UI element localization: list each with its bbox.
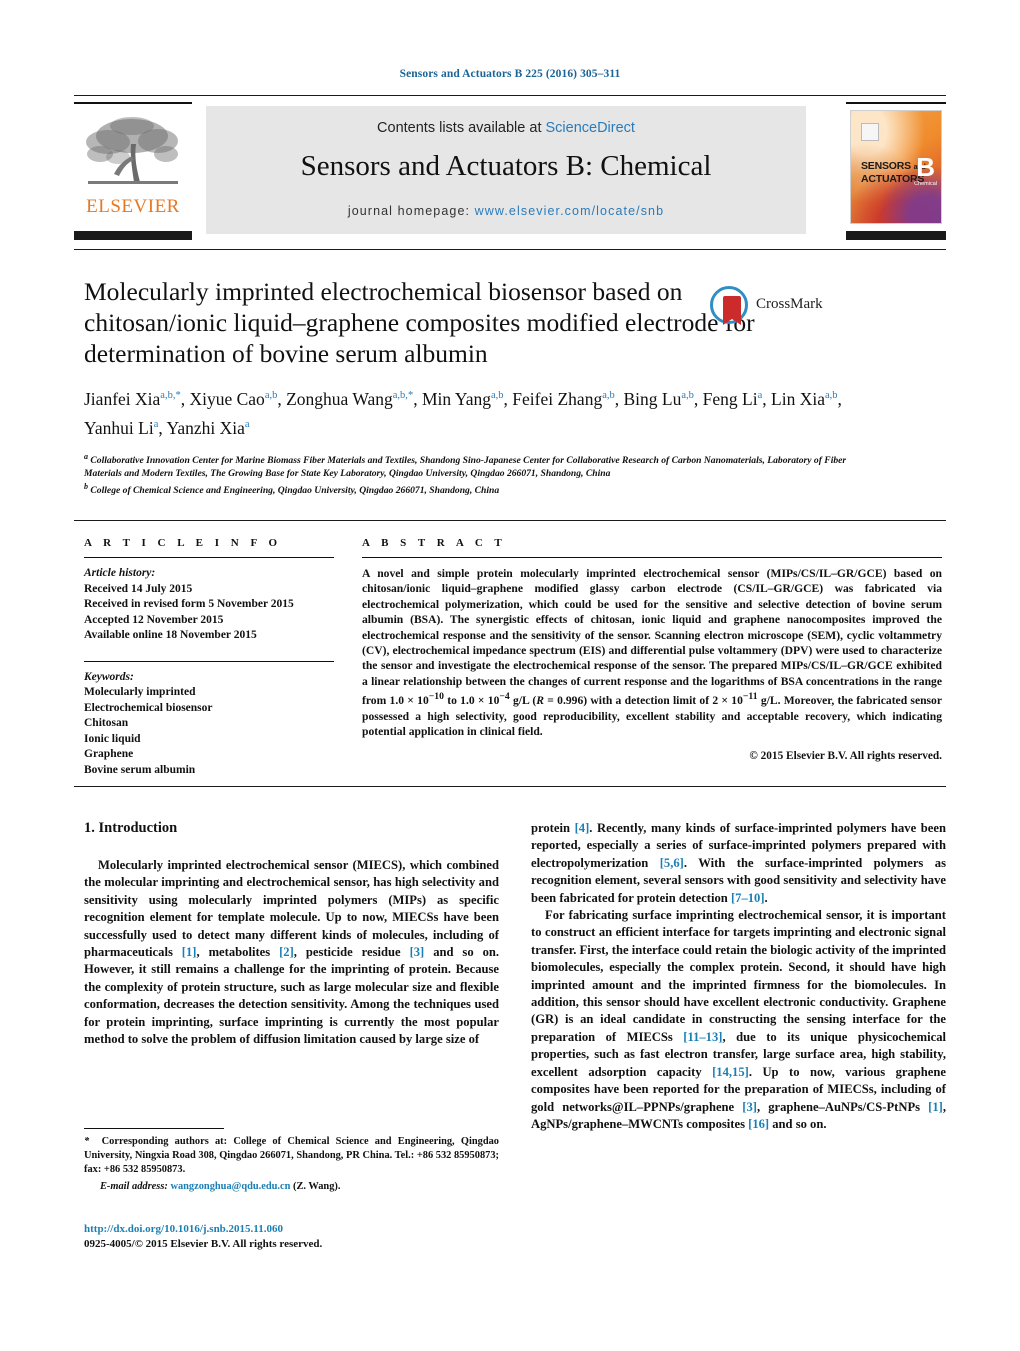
footnote-block: * Corresponding authors at: College of C…: [84, 1128, 499, 1194]
journal-masthead: ELSEVIER Contents lists available at Sci…: [74, 100, 946, 240]
running-head: Sensors and Actuators B 225 (2016) 305–3…: [399, 68, 621, 80]
issn-copyright-line: 0925-4005/© 2015 Elsevier B.V. All right…: [84, 1238, 323, 1250]
history-item: Received in revised form 5 November 2015: [84, 598, 294, 610]
homepage-url-link[interactable]: www.elsevier.com/locate/snb: [475, 204, 665, 218]
doi-block: http://dx.doi.org/10.1016/j.snb.2015.11.…: [84, 1222, 514, 1252]
abstract-rule: [362, 557, 942, 558]
author-list: Jianfei Xiaa,b,*, Xiyue Caoa,b, Zonghua …: [84, 388, 842, 438]
keyword-item: Molecularly imprinted: [84, 686, 196, 698]
article-history-label: Article history:: [84, 567, 156, 579]
section-heading-introduction: 1. Introduction: [84, 820, 178, 836]
article-title: Molecularly imprinted electrochemical bi…: [84, 277, 755, 368]
cover-subtitle: Chemical: [914, 181, 937, 187]
abstract-column: A B S T R A C T A novel and simple prote…: [362, 537, 942, 762]
contents-line: Contents lists available at ScienceDirec…: [206, 120, 806, 136]
homepage-label: journal homepage:: [347, 204, 475, 218]
journal-title: Sensors and Actuators B: Chemical: [300, 150, 712, 182]
abstract-heading: A B S T R A C T: [362, 537, 507, 549]
abstract-text: A novel and simple protein molecularly i…: [362, 567, 942, 738]
paragraph: protein [4]. Recently, many kinds of sur…: [531, 821, 946, 905]
keywords-rule: [84, 660, 334, 662]
history-item: Accepted 12 November 2015: [84, 613, 224, 626]
crossmark-book-shape: [723, 296, 741, 325]
elsevier-tree-icon: [74, 110, 192, 196]
contents-prefix: Contents lists available at: [377, 120, 546, 136]
article-info-column: A R T I C L E I N F O Article history: R…: [84, 537, 334, 778]
elsevier-logo-bar: [74, 231, 192, 240]
cover-series-letter: B: [916, 152, 935, 182]
article-page: Sensors and Actuators B 225 (2016) 305–3…: [0, 0, 1020, 1351]
affiliation-marker-a: a: [84, 451, 88, 461]
doi-link[interactable]: http://dx.doi.org/10.1016/j.snb.2015.11.…: [84, 1222, 514, 1237]
article-info-heading: A R T I C L E I N F O: [84, 537, 282, 549]
body-left-column: 1. Introduction Molecularly imprinted el…: [84, 820, 499, 1048]
paragraph: Molecularly imprinted electrochemical se…: [84, 858, 500, 1047]
cover-bar: [846, 231, 946, 240]
article-info-rule: [84, 557, 334, 558]
cover-artwork: SENSORS and ACTUATORS B Chemical: [850, 110, 942, 224]
keyword-item: Graphene: [84, 748, 134, 760]
masthead-divider: [74, 249, 946, 250]
keywords-label: Keywords:: [84, 670, 134, 683]
crossmark-badge[interactable]: CrossMark: [710, 286, 823, 326]
email-note: E-mail address: wangzonghua@qdu.edu.cn (…: [100, 1180, 341, 1192]
cover-elsevier-icon: [861, 123, 879, 141]
keywords-block: Keywords: Molecularly imprinted Electroc…: [84, 660, 334, 779]
keyword-item: Chitosan: [84, 717, 129, 729]
title-block: Molecularly imprinted electrochemical bi…: [84, 276, 864, 497]
affiliation-b-text: College of Chemical Science and Engineer…: [90, 485, 500, 497]
article-history: Article history: Received 14 July 2015 R…: [84, 566, 334, 644]
history-item: Available online 18 November 2015: [84, 629, 257, 641]
crossmark-icon: [710, 286, 748, 325]
paragraph: For fabricating surface imprinting elect…: [531, 908, 946, 1131]
affiliation-a-text: Collaborative Innovation Center for Mari…: [84, 454, 847, 479]
elsevier-logo: ELSEVIER: [74, 102, 192, 240]
affiliation-marker-b: b: [84, 481, 88, 491]
sciencedirect-link[interactable]: ScienceDirect: [546, 120, 635, 136]
crossmark-label: CrossMark: [756, 296, 823, 312]
header-divider: [74, 95, 946, 96]
body-right-column: protein [4]. Recently, many kinds of sur…: [531, 820, 946, 1133]
history-item: Received 14 July 2015: [84, 582, 193, 595]
keyword-item: Bovine serum albumin: [84, 763, 196, 776]
abstract-bottom-divider: [74, 786, 946, 787]
abstract-copyright: © 2015 Elsevier B.V. All rights reserved…: [749, 750, 942, 763]
journal-cover-thumbnail: SENSORS and ACTUATORS B Chemical: [846, 102, 946, 240]
keyword-item: Ionic liquid: [84, 732, 141, 745]
journal-homepage-line: journal homepage: www.elsevier.com/locat…: [206, 204, 806, 218]
cover-title-line1: SENSORS: [861, 160, 911, 172]
affiliations: a Collaborative Innovation Center for Ma…: [84, 450, 874, 497]
footnote-rule: [84, 1128, 224, 1129]
corresponding-author-note: * Corresponding authors at: College of C…: [84, 1136, 499, 1176]
info-top-divider: [74, 520, 946, 521]
journal-banner: Contents lists available at ScienceDirec…: [206, 106, 806, 234]
keywords-list: Keywords: Molecularly imprinted Electroc…: [84, 670, 334, 779]
keyword-item: Electrochemical biosensor: [84, 701, 213, 714]
elsevier-wordmark: ELSEVIER: [86, 196, 180, 217]
